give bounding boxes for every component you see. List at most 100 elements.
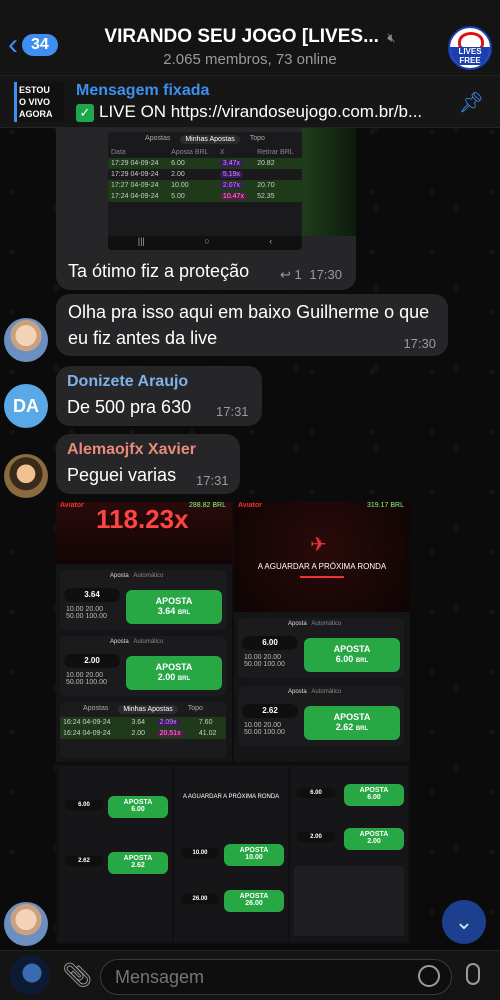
cell-cashout: 20.82	[257, 160, 275, 167]
table-row: 17:24 04-09-24 5.00 10.47x 52.35	[108, 191, 302, 202]
tab-apostas: Apostas	[145, 135, 171, 142]
bet-amount-field[interactable]: 26.00	[180, 894, 220, 904]
cell-bet: 6.00	[171, 160, 185, 167]
table-row: 17:29 04-09-24 6.00 3.47x 20.82	[108, 158, 302, 169]
cell-bet: 5.00	[171, 193, 185, 200]
bet-button[interactable]: APOSTA 3.64 BRL	[126, 590, 222, 624]
home-icon: ○	[204, 236, 210, 246]
message-bubble[interactable]: Donizete Araujo De 500 pra 630 17:31	[56, 366, 262, 426]
bet-history-screenshot[interactable]: Apostas Minhas Apostas Topo Data Aposta …	[108, 132, 302, 250]
attach-icon[interactable]: 📎︎	[62, 961, 92, 990]
microphone-icon[interactable]	[466, 963, 480, 985]
message-text: Olha pra isso aqui em baixo Guilherme o …	[68, 302, 430, 348]
bet-button[interactable]: APOSTA 26.00	[224, 890, 284, 912]
pinned-message-bar[interactable]: ESTOU O VIVO AGORA Mensagem fixada ✓ LIVE…	[0, 76, 500, 128]
cell-multiplier: 5.19x	[219, 171, 244, 178]
bet-amount-field[interactable]: 3.64	[64, 588, 120, 602]
back-icon: ‹	[269, 236, 273, 246]
channel-avatar-label: LIVES FREE	[450, 47, 490, 65]
cell-date: 17:29 04-09-24	[111, 160, 159, 167]
chat-header: ‹ 34 VIRANDO SEU JOGO [LIVES... 🔇︎ 2.065…	[0, 0, 500, 76]
chat-subtitle: 2.065 membros, 73 online	[163, 51, 337, 68]
unread-count-badge: 34	[22, 34, 58, 56]
mini-screenshot-row: APOSTA 6.00 6.00 APOSTA 2.62 2.62 A AGUARD…	[56, 764, 410, 944]
message-text: Peguei varias	[67, 465, 177, 485]
balance-label: 319.17 BRL	[367, 502, 404, 509]
cell-bet: 10.00	[171, 182, 189, 189]
bet-button[interactable]: APOSTA 2.00 BRL	[126, 656, 222, 690]
chevron-down-icon: ⌄	[454, 909, 474, 934]
message-time: 17:30	[403, 336, 436, 351]
mode-auto: Automático	[133, 573, 164, 579]
reply-count: 1	[294, 267, 302, 282]
cell-bet: 2.00	[171, 171, 185, 178]
bet-amount-field[interactable]: 2.62	[64, 856, 104, 866]
sticker-icon[interactable]	[418, 965, 440, 987]
bet-button[interactable]: APOSTA 2.62 BRL	[304, 706, 400, 740]
sender-name[interactable]: Donizete Araujo	[67, 373, 188, 391]
cell-date: 17:27 04-09-24	[111, 182, 159, 189]
bet-button[interactable]: APOSTA 10.00	[224, 844, 284, 866]
game-screenshot-collage[interactable]: Aviator 288.82 BRL 118.23x Aposta Automá…	[56, 502, 410, 944]
bet-history-table: Data Aposta BRL X Retirar BRL 17:29 04-0…	[108, 147, 302, 202]
bet-amount-field[interactable]: 6.00	[242, 636, 298, 650]
bet-button[interactable]: APOSTA 6.00 BRL	[304, 638, 400, 672]
game-flight-area: Aviator 288.82 BRL 118.23x	[56, 502, 232, 564]
bet-amount-field[interactable]: 10.00	[180, 848, 220, 858]
message-time: 17:31	[216, 404, 249, 419]
multiplier-display: 118.23x	[96, 504, 189, 534]
column-header: Retirar BRL	[257, 149, 294, 156]
game-panel-left: Aviator 288.82 BRL 118.23x Aposta Automá…	[56, 502, 232, 762]
tab-topo: Topo	[249, 135, 265, 142]
bet-chips: 10.00 20.00 50.00 100.00	[244, 654, 285, 668]
android-nav-bar: ||| ○ ‹	[108, 236, 302, 250]
bet-history-mini: Apostas Minhas Apostas Topo 16:24 04-09-24…	[60, 702, 226, 758]
message-bubble[interactable]: Olha pra isso aqui em baixo Guilherme o …	[56, 294, 448, 356]
bet-amount-field[interactable]: 2.00	[296, 832, 336, 842]
pinned-label: Mensagem fixada	[76, 82, 210, 99]
avatar[interactable]	[4, 902, 48, 946]
send-as-avatar[interactable]	[10, 955, 50, 995]
progress-bar	[300, 576, 344, 578]
table-row: 17:27 04-09-24 10.00 2.07x 20.70	[108, 180, 302, 191]
avatar[interactable]	[4, 454, 48, 498]
message-bubble[interactable]: Apostas Minhas Apostas Topo Data Aposta …	[56, 128, 356, 290]
message-text: Ta ótimo fiz a proteção	[68, 261, 250, 281]
bet-currency: BRL	[177, 610, 191, 616]
cell-cashout	[254, 169, 302, 180]
scroll-to-bottom-button[interactable]: ⌄	[442, 900, 486, 944]
bet-amount-field[interactable]: 2.62	[242, 704, 298, 718]
bet-button[interactable]: APOSTA 2.62	[108, 852, 168, 874]
mini-shot: APOSTA 6.00 6.00 APOSTA 2.00 2.00	[290, 766, 408, 942]
avatar[interactable]	[4, 318, 48, 362]
bet-history-mini	[294, 866, 404, 936]
bet-button-amount: 3.64	[157, 606, 176, 616]
pinned-text: ✓ LIVE ON https://virandoseujogo.com.br/b…	[76, 102, 466, 122]
chat-title: VIRANDO SEU JOGO [LIVES...	[104, 26, 379, 47]
message-time: 17:30	[309, 267, 342, 282]
cell-multiplier: 3.47x	[219, 160, 244, 167]
column-header: Data	[111, 149, 126, 156]
bet-amount-field[interactable]: 2.00	[64, 654, 120, 668]
bet-button[interactable]: APOSTA 6.00	[344, 784, 404, 806]
avatar[interactable]: DA	[4, 384, 48, 428]
pin-list-icon[interactable]: 📌︎	[459, 90, 484, 115]
cell-date: 17:24 04-09-24	[111, 193, 159, 200]
message-bubble[interactable]: Alemaojfx Xavier Peguei varias 17:31	[56, 434, 240, 494]
bet-amount-field[interactable]: 6.00	[296, 788, 336, 798]
message-input[interactable]	[100, 959, 452, 995]
chat-title-area[interactable]: VIRANDO SEU JOGO [LIVES... 🔇︎ 2.065 memb…	[100, 26, 400, 68]
channel-avatar[interactable]: LIVES FREE	[448, 26, 492, 70]
sender-name[interactable]: Alemaojfx Xavier	[67, 441, 196, 459]
bet-panel: Aposta Automático 2.62 10.00 20.00 50.00 …	[238, 686, 404, 746]
bet-amount-field[interactable]: 6.00	[64, 800, 104, 810]
back-button[interactable]: ‹ 34	[8, 30, 58, 60]
aviator-logo: Aviator	[238, 502, 262, 509]
bet-button[interactable]: APOSTA 2.00	[344, 828, 404, 850]
table-row: 16:24 04-09-24 2.00 20.51x 41.02	[60, 728, 226, 739]
mini-shot: A AGUARDAR A PRÓXIMA RONDA APOSTA 10.00 1…	[174, 766, 288, 942]
mode-aposta: Aposta	[110, 573, 129, 579]
check-icon: ✓	[76, 104, 94, 122]
tab-minhas-apostas: Minhas Apostas	[180, 135, 240, 144]
bet-button[interactable]: APOSTA 6.00	[108, 796, 168, 818]
